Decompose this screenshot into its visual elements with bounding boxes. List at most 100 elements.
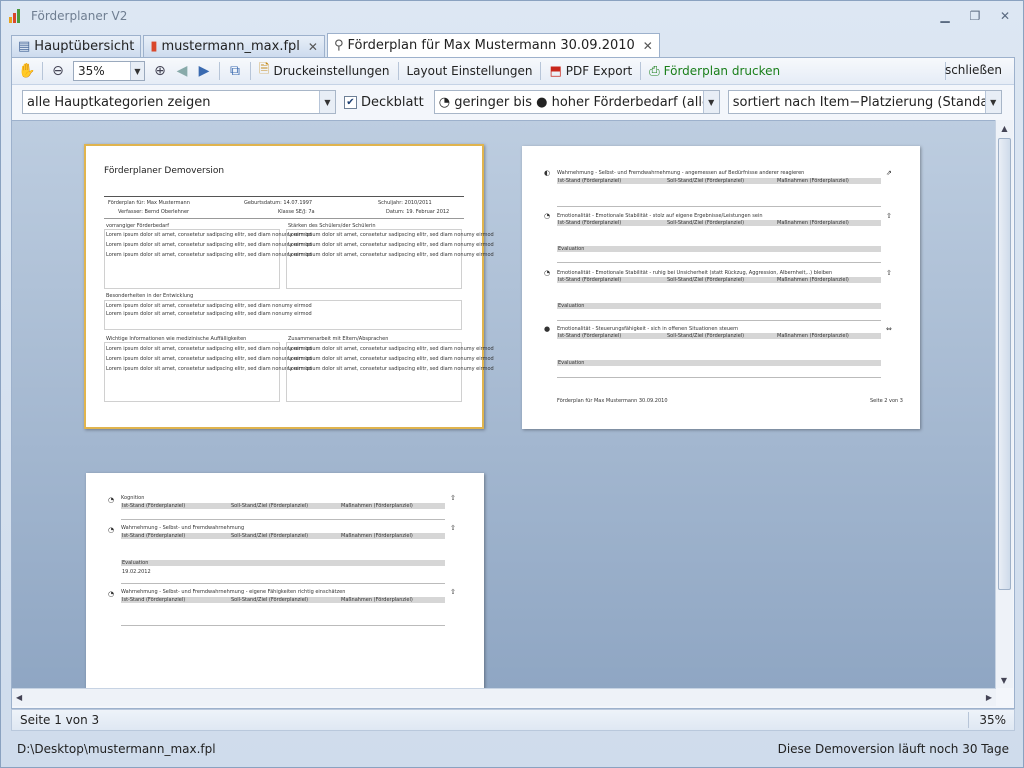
horizontal-scrollbar[interactable]: ◀ ▶ <box>12 688 996 706</box>
column-header: Ist-Stand (Förderplanziel) <box>122 597 186 603</box>
preview-page-1[interactable]: Förderplaner Demoversion Förderplan für:… <box>84 144 494 429</box>
column-header: Ist-Stand (Förderplanziel) <box>558 220 622 226</box>
column-header: Maßnahmen (Förderplanziel) <box>341 503 413 509</box>
column-header: Maßnahmen (Förderplanziel) <box>777 333 849 339</box>
sort-select-value: sortiert nach Item−Platzierung (Standard… <box>732 94 985 110</box>
toolbar-separator <box>540 62 542 80</box>
need-level-icon: ◔ <box>108 526 115 534</box>
tab-overview[interactable]: ▤ Hauptübersicht <box>11 35 142 57</box>
print-plan-label: Förderplan drucken <box>663 64 781 78</box>
cover-sheet-label: Deckblatt <box>361 94 424 110</box>
zoom-out-icon[interactable]: ⊖ <box>47 60 69 82</box>
tab-file[interactable]: ▮ mustermann_max.fpl ✕ <box>143 35 325 57</box>
close-window-button[interactable]: ✕ <box>995 8 1015 24</box>
close-preview-button[interactable]: schließen <box>945 63 1002 77</box>
print-settings-button[interactable]: 🗎 Druckeinstellungen <box>255 60 394 82</box>
need-level-icon: ◔ <box>108 590 115 598</box>
item-heading: Emotionalität - Emotionale Stabilität - … <box>557 213 763 219</box>
tab-label: Hauptübersicht <box>34 39 135 54</box>
column-header: Soll-Stand/Ziel (Förderplanziel) <box>667 333 745 339</box>
page-layout-icon[interactable]: ⧉ <box>224 60 246 82</box>
scroll-down-icon[interactable]: ▼ <box>996 672 1012 688</box>
previous-page-icon[interactable]: ◀ <box>171 60 193 82</box>
tab-strip: ▤ Hauptübersicht ▮ mustermann_max.fpl ✕ … <box>11 33 662 57</box>
evaluation-row <box>557 360 881 366</box>
divider <box>557 320 881 321</box>
maximize-button[interactable]: ❐ <box>965 8 985 24</box>
chevron-down-icon[interactable]: ▼ <box>130 62 144 80</box>
divider <box>557 377 881 378</box>
column-header: Ist-Stand (Förderplanziel) <box>122 503 186 509</box>
page-footer-left: Förderplan für Max Mustermann 30.09.2010 <box>557 398 668 404</box>
print-settings-label: Druckeinstellungen <box>273 64 390 78</box>
footer-bar: D:\Desktop\mustermann_max.fpl Diese Demo… <box>11 739 1015 759</box>
section-box <box>104 229 280 289</box>
item-heading: Wahrnehmung - Selbst- und Fremdwahrnehmu… <box>121 589 346 595</box>
lorem-text: Lorem ipsum dolor sit amet, consetetur s… <box>106 303 312 309</box>
tab-print-preview[interactable]: ⚲ Förderplan für Max Mustermann 30.09.20… <box>326 33 660 57</box>
chevron-down-icon[interactable]: ▼ <box>702 91 719 113</box>
column-header: Soll-Stand/Ziel (Förderplanziel) <box>667 277 745 283</box>
status-bar: Seite 1 von 3 35% <box>11 709 1015 731</box>
status-zoom: 35% <box>979 713 1006 727</box>
toolbar-separator <box>640 62 642 80</box>
vertical-scrollbar[interactable]: ▲ ▼ <box>995 120 1013 688</box>
column-header: Ist-Stand (Förderplanziel) <box>558 277 622 283</box>
scroll-up-icon[interactable]: ▲ <box>996 120 1013 136</box>
print-plan-button[interactable]: ⎙ Förderplan drucken <box>645 60 784 82</box>
school-year: Schuljahr: 2010/2011 <box>378 200 432 206</box>
scroll-right-icon[interactable]: ▶ <box>986 693 992 702</box>
close-tab-icon[interactable]: ✕ <box>308 40 318 54</box>
pdf-export-button[interactable]: ⬒ PDF Export <box>545 60 636 82</box>
print-preview-area[interactable]: Förderplaner Demoversion Förderplan für:… <box>12 120 996 688</box>
chevron-down-icon[interactable]: ▼ <box>319 91 335 113</box>
need-range-select[interactable]: ◔ geringer bis ● hoher Förderbedarf (all… <box>433 90 720 114</box>
scroll-thumb[interactable] <box>998 138 1011 590</box>
lorem-text: Lorem ipsum dolor sit amet, consetetur s… <box>106 252 312 258</box>
column-header: Soll-Stand/Ziel (Förderplanziel) <box>667 220 745 226</box>
zoom-combo[interactable]: 35% ▼ <box>73 61 145 81</box>
item-heading: Kognition <box>121 495 145 501</box>
divider <box>557 262 881 263</box>
column-header: Ist-Stand (Förderplanziel) <box>558 178 622 184</box>
zoom-in-icon[interactable]: ⊕ <box>149 60 171 82</box>
divider <box>104 196 464 197</box>
checkmark-icon[interactable]: ✔ <box>344 95 357 109</box>
scroll-left-icon[interactable]: ◀ <box>16 693 22 702</box>
close-tab-icon[interactable]: ✕ <box>643 39 653 53</box>
evaluation-label: Evaluation <box>558 246 585 252</box>
student-name: Förderplan für: Max Mustermann <box>108 200 190 206</box>
divider <box>557 206 881 207</box>
evaluation-label: Evaluation <box>558 360 585 366</box>
toolbar: ✋ ⊖ 35% ▼ ⊕ ◀ ▶ ⧉ 🗎 Druckeinstellungen L… <box>12 58 1014 85</box>
column-header: Maßnahmen (Förderplanziel) <box>341 597 413 603</box>
chevron-down-icon[interactable]: ▼ <box>984 91 1001 113</box>
lorem-text: Lorem ipsum dolor sit amet, consetetur s… <box>288 242 494 248</box>
cover-sheet-checkbox[interactable]: ✔ Deckblatt <box>344 95 424 110</box>
author: Verfasser: Bernd Oberlehner <box>118 209 190 215</box>
section-heading: Besonderheiten in der Entwicklung <box>106 293 194 299</box>
app-logo-icon <box>9 9 25 23</box>
evaluation-label: Evaluation <box>122 560 149 566</box>
grid-icon: ▤ <box>18 39 31 54</box>
toolbar-separator <box>219 62 220 80</box>
hand-tool-icon[interactable]: ✋ <box>16 60 38 82</box>
next-page-icon[interactable]: ▶ <box>193 60 215 82</box>
printer-icon: ⎙ <box>649 63 660 79</box>
preview-page-3[interactable]: ◔ Kognition ⇧ Ist-Stand (Förderplanziel)… <box>86 473 484 688</box>
lorem-text: Lorem ipsum dolor sit amet, consetetur s… <box>106 242 312 248</box>
minimize-button[interactable]: ▁ <box>935 8 955 24</box>
arrow-up-icon: ⇧ <box>886 269 892 277</box>
divider <box>121 625 445 626</box>
category-select[interactable]: alle Hauptkategorien zeigen ▼ <box>22 90 336 114</box>
arrow-up-icon: ⇧ <box>886 212 892 220</box>
app-window: Förderplaner V2 ▁ ❐ ✕ ▤ Hauptübersicht ▮… <box>0 0 1024 768</box>
sort-select[interactable]: sortiert nach Item−Platzierung (Standard… <box>727 90 1002 114</box>
evaluation-date: 19.02.2012 <box>122 569 151 575</box>
column-header: Soll-Stand/Ziel (Förderplanziel) <box>667 178 745 184</box>
need-level-icon: ◔ <box>108 496 115 504</box>
preview-page-2[interactable]: ◐ Wahrnehmung - Selbst- und Fremdwahrneh… <box>522 146 920 429</box>
zoom-value: 35% <box>78 64 105 78</box>
layout-settings-button[interactable]: Layout Einstellungen <box>403 60 537 82</box>
class: Klasse SE/J: 7a <box>278 209 315 215</box>
